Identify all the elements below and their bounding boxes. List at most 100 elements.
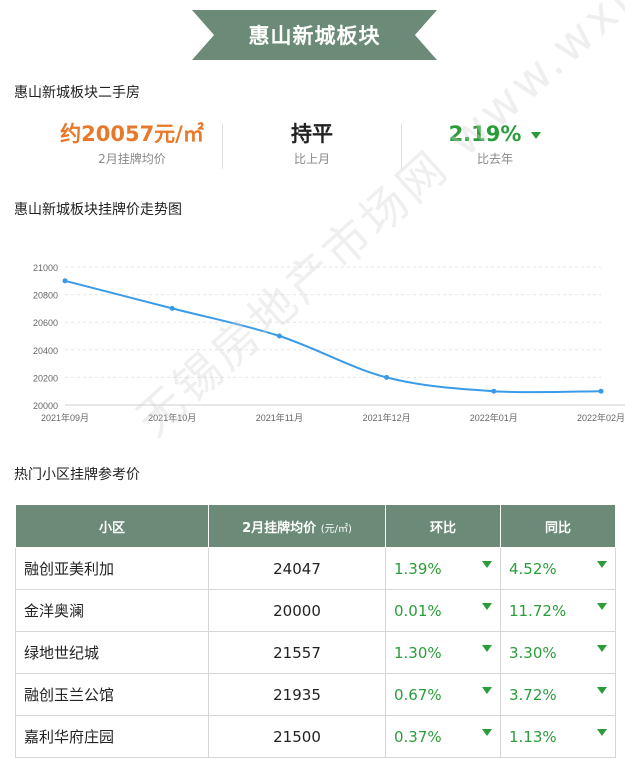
cell-yoy: 3.30% [500, 631, 616, 674]
trend-down-icon [597, 561, 607, 568]
y-tick-label: 20400 [33, 346, 58, 356]
table-row: 金洋奥澜 20000 0.01% 11.72% [15, 589, 616, 632]
x-tick-label: 2022年01月 [470, 412, 518, 423]
data-point [276, 333, 282, 339]
y-tick-label: 20200 [33, 373, 58, 383]
cell-name: 嘉利华府庄园 [15, 715, 209, 758]
cell-name: 融创玉兰公馆 [15, 673, 209, 716]
trend-down-icon [597, 687, 607, 694]
cell-yoy: 4.52% [500, 547, 616, 590]
cell-mom-value: 0.01% [394, 601, 442, 620]
cell-price: 24047 [208, 547, 386, 590]
header-yoy: 同比 [500, 504, 616, 548]
page-banner: 惠山新城板块 [192, 10, 437, 60]
cell-yoy-value: 11.72% [509, 601, 567, 620]
stat-year-change-label: 比去年 [476, 152, 513, 166]
price-trend-chart: 20000 20200 20400 20600 20800 21000 2021年09月 20… [33, 263, 625, 423]
trend-down-icon [597, 729, 607, 736]
stat-divider [401, 123, 402, 169]
cell-yoy-value: 1.13% [509, 727, 557, 746]
stat-avg-price: 约20057元/㎡ 2月挂牌均价 [42, 120, 222, 167]
cell-mom: 0.37% [385, 715, 501, 758]
chart-heading: 惠山新城板块挂牌价走势图 [14, 202, 182, 218]
x-tick-label: 2021年12月 [363, 412, 411, 423]
cell-mom: 0.01% [385, 589, 501, 632]
trend-down-icon [482, 729, 492, 736]
data-point [491, 388, 497, 394]
cell-price-value: 24047 [273, 559, 321, 578]
trend-down-icon [482, 687, 492, 694]
cell-mom-value: 0.37% [394, 727, 442, 746]
stat-month-change-value: 持平 [291, 122, 333, 146]
header-mom: 环比 [385, 504, 501, 548]
stat-avg-price-value: 约20057元/㎡ [60, 122, 204, 146]
cell-yoy: 3.72% [500, 673, 616, 716]
header-price: 2月挂牌均价 (元/㎡) [208, 504, 386, 548]
x-tick-label: 2021年10月 [148, 412, 196, 423]
cell-price: 20000 [208, 589, 386, 632]
cell-yoy: 1.13% [500, 715, 616, 758]
cell-price-value: 21557 [273, 643, 321, 662]
cell-price-value: 20000 [273, 601, 321, 620]
cell-name-value: 融创玉兰公馆 [24, 686, 115, 704]
stat-avg-price-label: 2月挂牌均价 [98, 152, 166, 166]
trend-down-icon [597, 603, 607, 610]
data-point [169, 305, 175, 311]
table-heading: 热门小区挂牌参考价 [14, 467, 140, 483]
table-row: 融创亚美利加 24047 1.39% 4.52% [15, 547, 616, 590]
banner-title: 惠山新城板块 [248, 24, 381, 48]
x-tick-label: 2022年02月 [577, 412, 625, 423]
cell-mom: 1.39% [385, 547, 501, 590]
header-price-label: 2月挂牌均价 [242, 520, 317, 536]
y-tick-label: 20000 [33, 401, 58, 411]
cell-name: 金洋奥澜 [15, 589, 209, 632]
stat-month-change: 持平 比上月 [222, 120, 402, 167]
stat-month-change-label: 比上月 [293, 152, 330, 166]
cell-name: 融创亚美利加 [15, 547, 209, 590]
stat-year-change-value: 2.19% [448, 122, 522, 146]
trend-down-icon [482, 603, 492, 610]
summary-heading: 惠山新城板块二手房 [14, 85, 140, 101]
cell-name-value: 金洋奥澜 [24, 602, 85, 620]
table-header-row: 小区 2月挂牌均价 (元/㎡) 环比 同比 [15, 504, 616, 548]
data-point [598, 388, 604, 394]
header-name: 小区 [15, 504, 209, 548]
community-price-table: 小区 2月挂牌均价 (元/㎡) 环比 同比 融创亚美利加 24047 1.39% 4.… [15, 504, 616, 758]
cell-yoy: 11.72% [500, 589, 616, 632]
cell-price: 21500 [208, 715, 386, 758]
y-tick-label: 20800 [33, 291, 58, 301]
cell-mom-value: 1.30% [394, 643, 442, 662]
header-price-unit: (元/㎡) [320, 523, 352, 535]
data-point [62, 278, 68, 284]
cell-price-value: 21500 [273, 727, 321, 746]
x-tick-label: 2021年11月 [256, 412, 303, 423]
series-line [64, 279, 602, 394]
cell-yoy-value: 3.30% [509, 643, 557, 662]
stat-year-change: 2.19% 比去年 [405, 120, 585, 167]
cell-price: 21935 [208, 673, 386, 716]
x-tick-label: 2021年09月 [41, 412, 89, 423]
cell-yoy-value: 3.72% [509, 685, 557, 704]
cell-name-value: 融创亚美利加 [24, 560, 115, 578]
table-row: 融创玉兰公馆 21935 0.67% 3.72% [15, 673, 616, 716]
y-tick-label: 20600 [33, 318, 58, 328]
y-tick-label: 21000 [33, 263, 58, 273]
cell-mom-value: 0.67% [394, 685, 442, 704]
trend-down-icon [597, 645, 607, 652]
cell-mom-value: 1.39% [394, 559, 442, 578]
table-row: 嘉利华府庄园 21500 0.37% 1.13% [15, 715, 616, 758]
stat-year-change-value-wrap: 2.19% [405, 120, 585, 148]
cell-mom: 0.67% [385, 673, 501, 716]
cell-yoy-value: 4.52% [509, 559, 557, 578]
trend-down-icon [482, 645, 492, 652]
table-row: 绿地世纪城 21557 1.30% 3.30% [15, 631, 616, 674]
data-point [384, 374, 390, 380]
cell-price: 21557 [208, 631, 386, 674]
cell-name-value: 绿地世纪城 [24, 644, 100, 662]
cell-name-value: 嘉利华府庄园 [24, 728, 115, 746]
cell-price-value: 21935 [273, 685, 321, 704]
cell-name: 绿地世纪城 [15, 631, 209, 674]
cell-mom: 1.30% [385, 631, 501, 674]
trend-down-icon [482, 561, 492, 568]
trend-down-icon [531, 131, 542, 139]
